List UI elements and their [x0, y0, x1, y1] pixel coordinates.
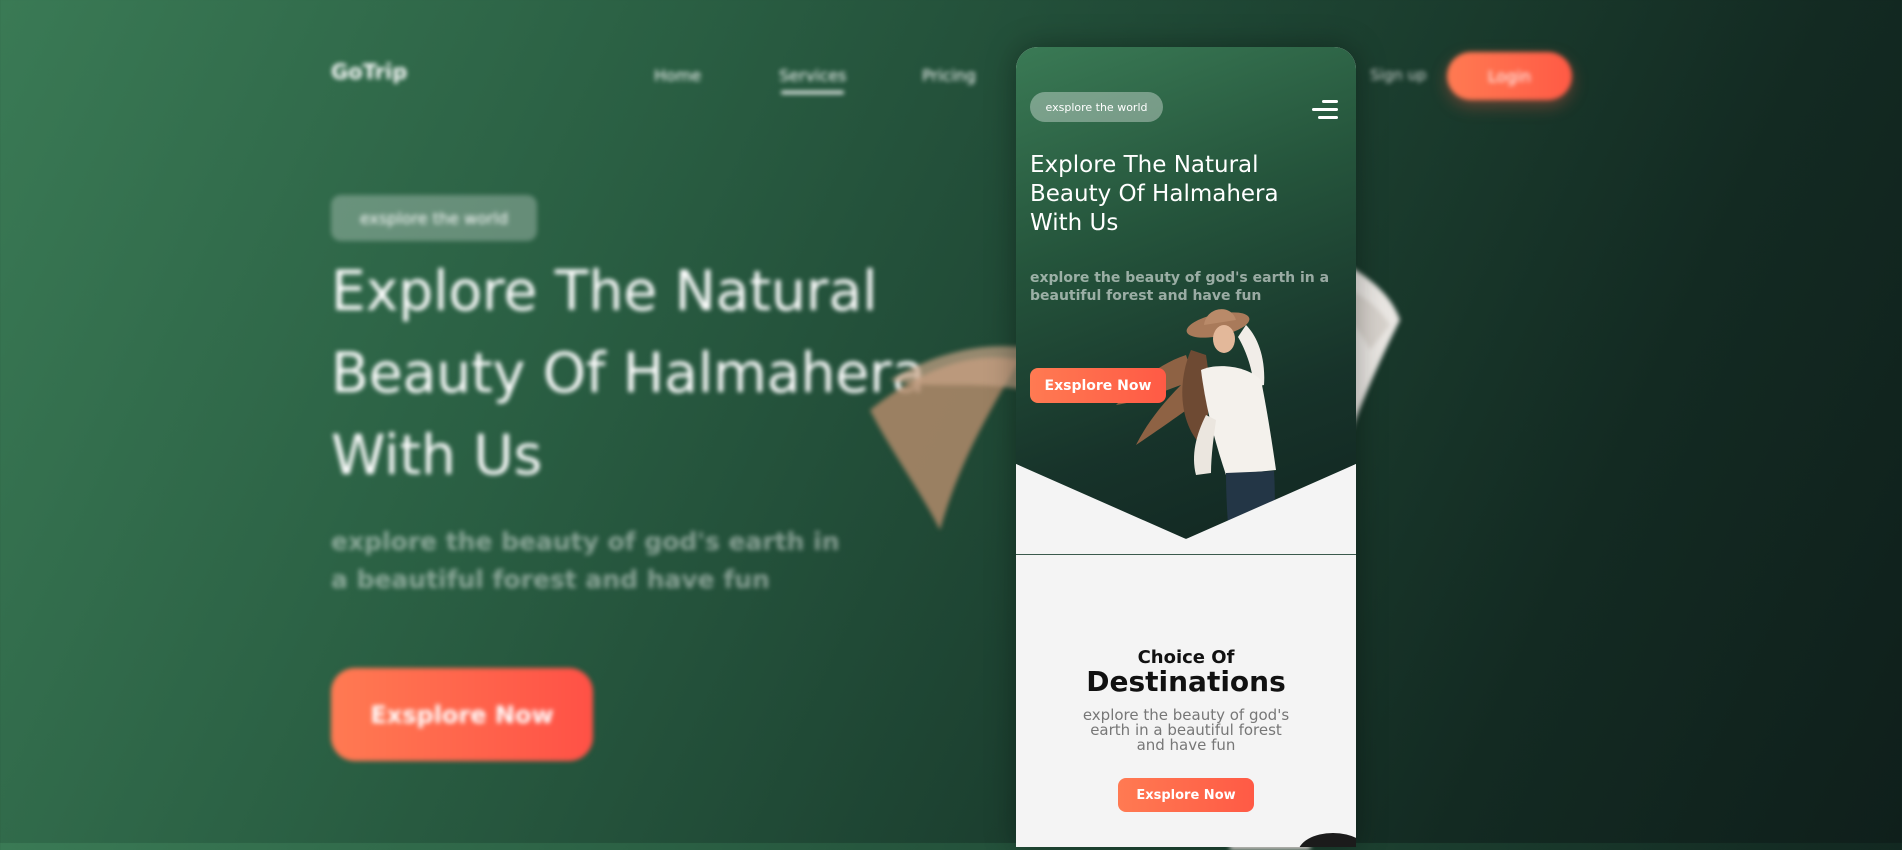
section-divider [1016, 554, 1356, 555]
mobile-hero-section: exsplore the world Explore The Natural B… [1016, 47, 1356, 555]
mobile-mockup: exsplore the world Explore The Natural B… [1016, 47, 1356, 847]
next-section-image-peek [1298, 833, 1356, 847]
desktop-logo[interactable]: GoTrip [331, 60, 407, 84]
nav-pricing[interactable]: Pricing [922, 66, 976, 85]
destinations-description: explore the beauty of god's earth in a b… [1082, 706, 1290, 754]
hero-curve-shape [1016, 464, 1356, 554]
desktop-landing-background: GoTrip Home Services Pricing Sign up Log… [0, 0, 1902, 850]
login-button[interactable]: Login [1447, 52, 1572, 100]
desktop-hero-subtitle: explore the beauty of god's earth in a b… [331, 527, 840, 594]
desktop-explore-button[interactable]: Exsplore Now [331, 668, 593, 761]
nav-services[interactable]: Services [779, 66, 846, 94]
nav-home[interactable]: Home [654, 66, 701, 85]
desktop-badge: exsplore the world [331, 195, 537, 241]
destinations-heading: Destinations [1086, 665, 1286, 698]
signup-link[interactable]: Sign up [1370, 66, 1427, 84]
destinations-explore-button[interactable]: Exsplore Now [1118, 778, 1254, 812]
